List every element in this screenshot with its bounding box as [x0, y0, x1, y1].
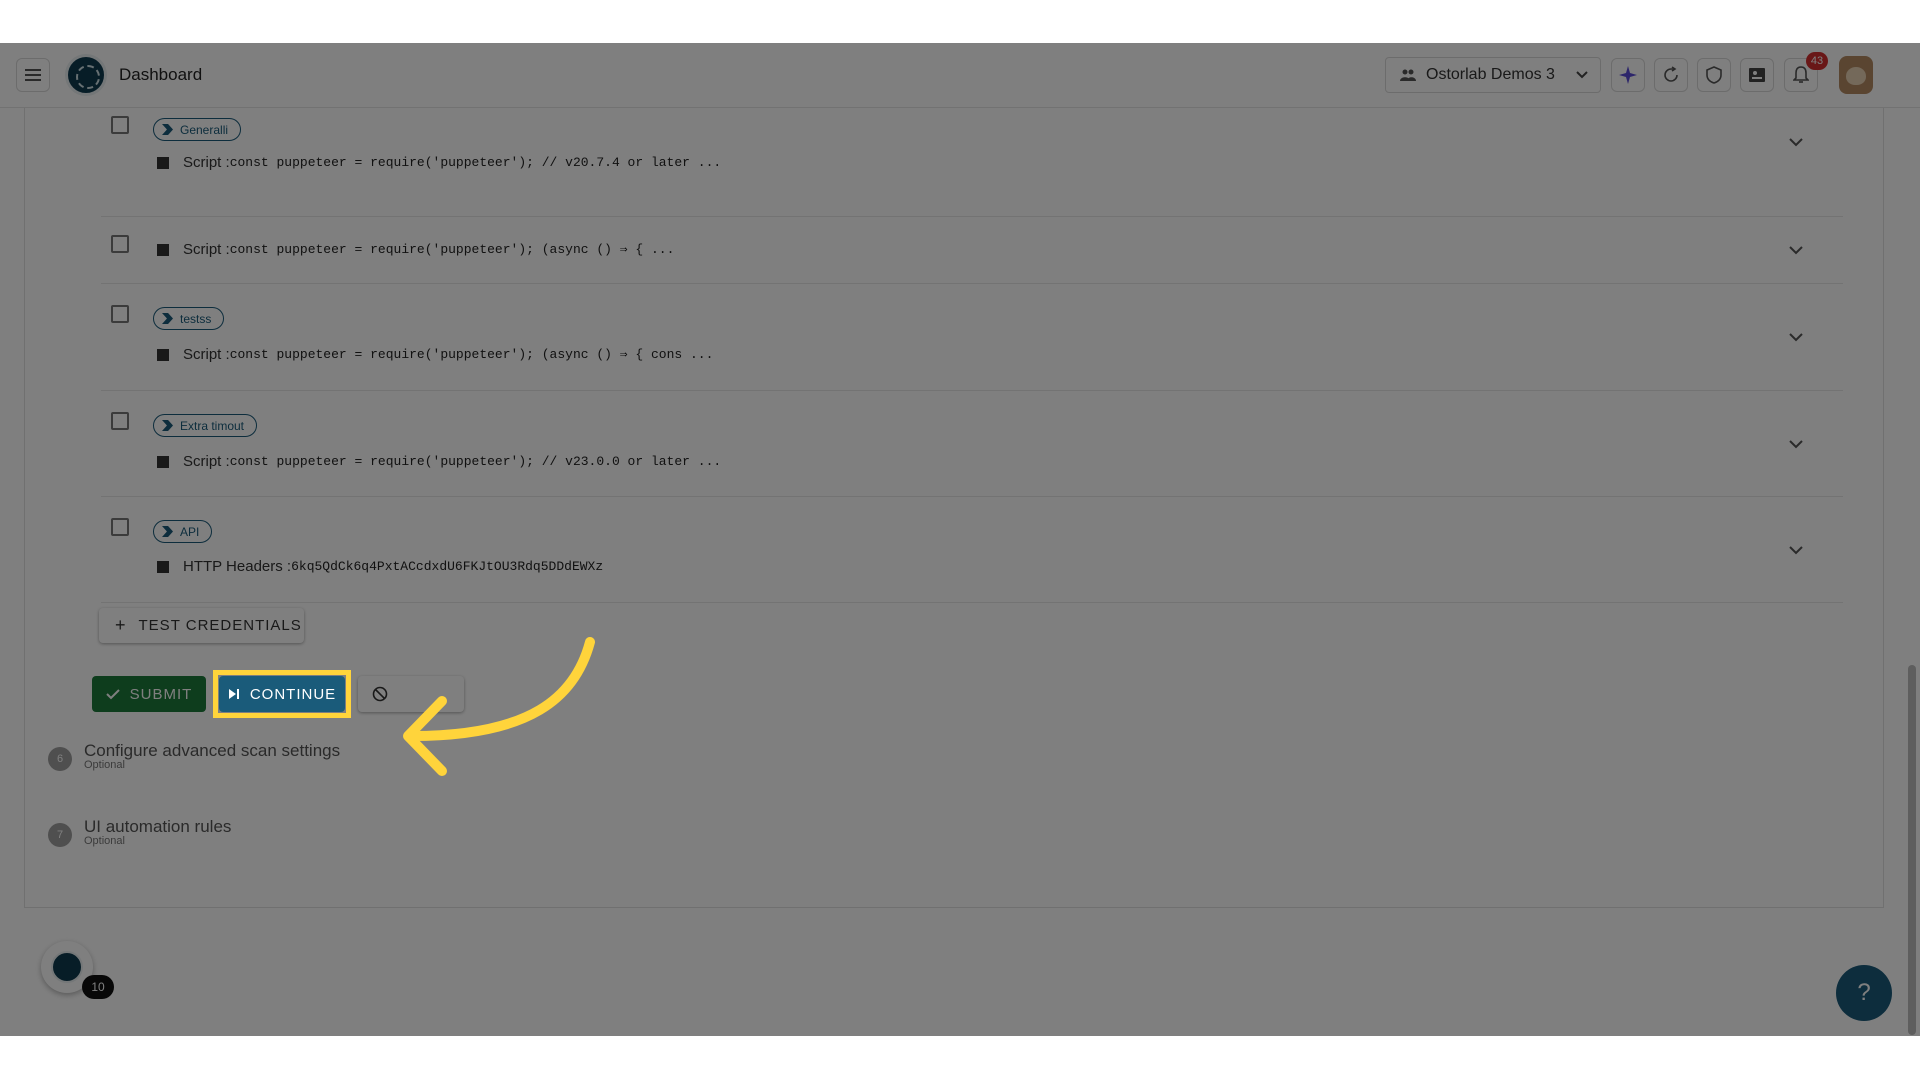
- ai-assistant-button[interactable]: [1611, 58, 1645, 92]
- credential-tag: API: [153, 520, 213, 543]
- http-headers-icon: [157, 560, 169, 573]
- credential-item: Generalli Script : const puppeteer = requ…: [101, 108, 1843, 217]
- organization-selector[interactable]: Ostorlab Demos 3: [1385, 57, 1601, 93]
- step-number: 7: [48, 823, 72, 847]
- credential-item: testss Script : const puppeteer = require…: [101, 284, 1843, 391]
- check-icon: [105, 688, 120, 699]
- credential-detail: HTTP Headers :6kq5QdCk6q4PxtACcdxdU6FKJt…: [157, 558, 603, 575]
- test-credentials-button[interactable]: + TEST CREDENTIALS: [99, 608, 304, 643]
- notification-badge: 43: [1806, 52, 1828, 70]
- step-advanced-scan-settings[interactable]: 6 Configure advanced scan settings Optio…: [48, 741, 340, 771]
- users-icon: [1400, 69, 1416, 81]
- scan-config-panel: Generalli Script : const puppeteer = requ…: [24, 108, 1884, 908]
- credential-tag: Extra timout: [153, 414, 258, 437]
- tag-icon: [162, 124, 173, 135]
- contacts-button[interactable]: [1740, 58, 1774, 92]
- script-icon: [157, 348, 169, 361]
- app-logo[interactable]: [65, 54, 107, 96]
- expand-chevron-icon[interactable]: [1789, 333, 1803, 342]
- step-number: 6: [48, 747, 72, 771]
- credential-detail: Script : const puppeteer = require('puppe…: [157, 154, 721, 171]
- chevron-down-icon: [1576, 71, 1588, 79]
- menu-button[interactable]: [16, 58, 50, 92]
- bell-icon: [1793, 66, 1809, 83]
- page-title: Dashboard: [119, 65, 203, 84]
- cancel-button[interactable]: [358, 676, 464, 712]
- security-button[interactable]: [1697, 58, 1731, 92]
- top-bar: Dashboard Ostorlab Demos 3 43: [0, 43, 1920, 108]
- expand-chevron-icon[interactable]: [1789, 546, 1803, 555]
- refresh-icon: [1664, 66, 1678, 82]
- scrollbar-thumb[interactable]: [1908, 665, 1916, 1035]
- credential-tag: Generalli: [153, 118, 242, 141]
- shield-icon: [1706, 66, 1722, 84]
- app-screen: Dashboard Ostorlab Demos 3 43 Generalli …: [0, 43, 1920, 1036]
- organization-name: Ostorlab Demos 3: [1426, 66, 1555, 83]
- step-ui-automation-rules[interactable]: 7 UI automation rules Optional: [48, 817, 231, 847]
- credential-checkbox[interactable]: [111, 305, 129, 323]
- assistant-count-badge: 10: [82, 975, 114, 999]
- script-icon: [157, 243, 169, 256]
- script-icon: [157, 455, 169, 468]
- credential-checkbox[interactable]: [111, 116, 129, 134]
- sparkle-icon: [1619, 66, 1637, 84]
- step-title: Configure advanced scan settings: [84, 741, 341, 760]
- credential-item: Extra timout Script : const puppeteer = r…: [101, 391, 1843, 497]
- credential-detail: Script : const puppeteer = require('puppe…: [157, 241, 674, 258]
- id-card-icon: [1749, 68, 1765, 82]
- credential-checkbox[interactable]: [111, 518, 129, 536]
- submit-button[interactable]: SUBMIT: [92, 676, 206, 712]
- hamburger-icon: [25, 69, 41, 81]
- tag-icon: [162, 526, 173, 537]
- credential-detail: Script : const puppeteer = require('puppe…: [157, 346, 713, 363]
- script-icon: [157, 156, 169, 169]
- step-title: UI automation rules: [84, 817, 232, 836]
- tag-icon: [162, 313, 173, 324]
- expand-chevron-icon[interactable]: [1789, 138, 1803, 147]
- credential-tag: testss: [153, 307, 225, 330]
- credential-item: Script : const puppeteer = require('puppe…: [101, 217, 1843, 284]
- credential-checkbox[interactable]: [111, 412, 129, 430]
- plus-icon: +: [115, 615, 127, 635]
- credential-detail: Script : const puppeteer = require('puppe…: [157, 453, 721, 470]
- expand-chevron-icon[interactable]: [1789, 440, 1803, 449]
- refresh-button[interactable]: [1654, 58, 1688, 92]
- help-button[interactable]: ?: [1836, 965, 1892, 1021]
- tag-icon: [162, 420, 173, 431]
- credential-checkbox[interactable]: [111, 235, 129, 253]
- credential-item: API HTTP Headers :6kq5QdCk6q4PxtACcdxdU6…: [101, 497, 1843, 603]
- expand-chevron-icon[interactable]: [1789, 246, 1803, 255]
- block-icon: [372, 686, 388, 702]
- continue-highlight-frame: [213, 670, 351, 718]
- assistant-logo: [51, 951, 83, 983]
- user-avatar[interactable]: [1839, 56, 1873, 94]
